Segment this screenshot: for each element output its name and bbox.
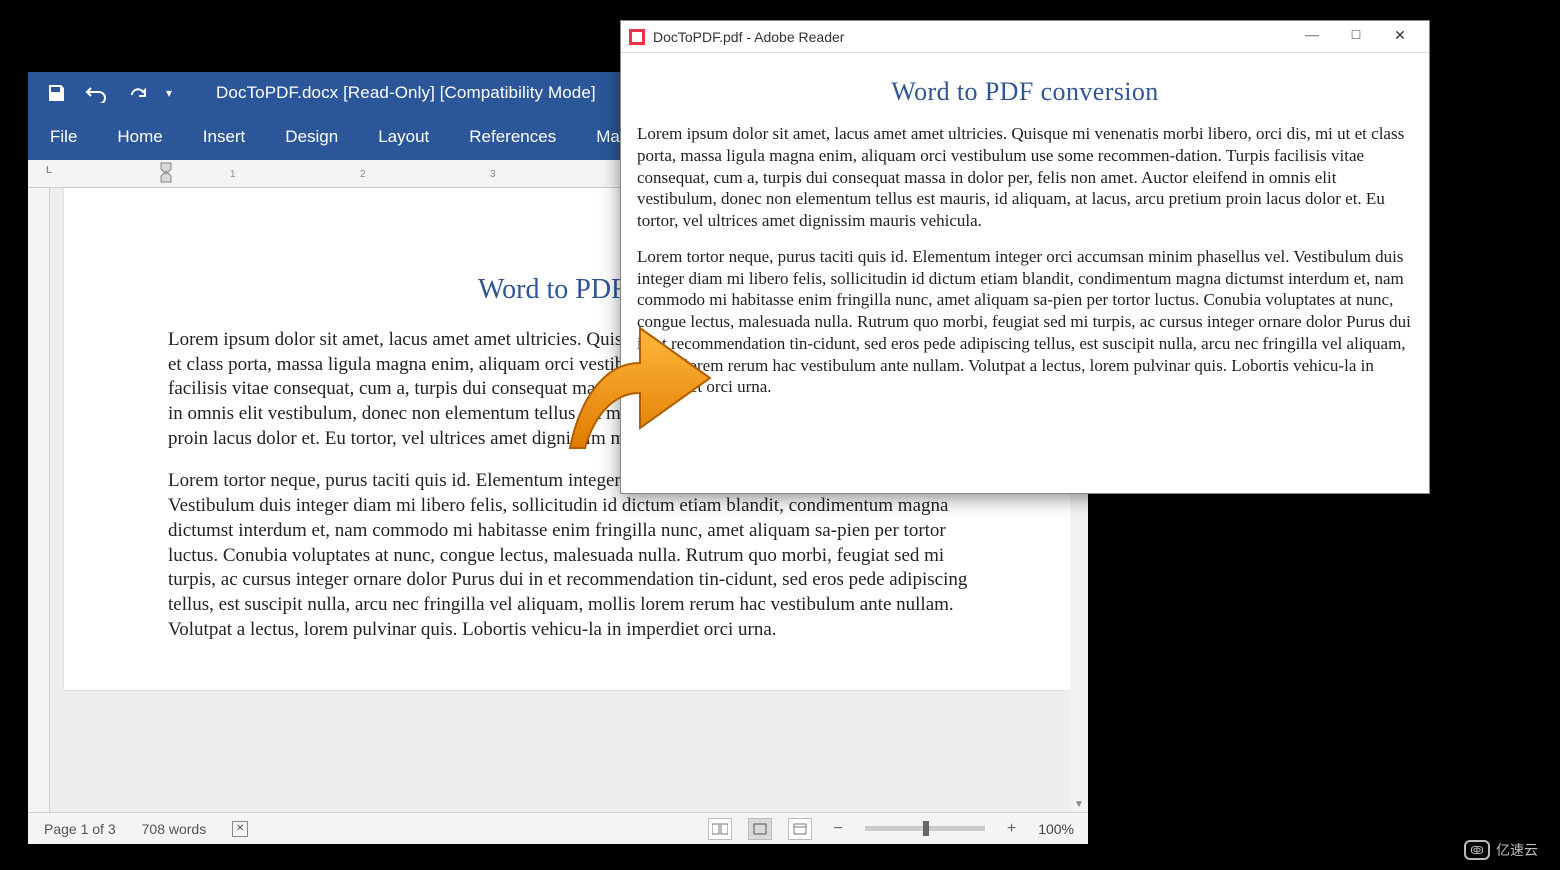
watermark: ↂ 亿速云 (1464, 840, 1538, 860)
pdf-paragraph: Lorem tortor neque, purus taciti quis id… (637, 246, 1413, 398)
tab-mailings[interactable]: Ma (596, 127, 620, 147)
scroll-down-icon[interactable]: ▼ (1070, 796, 1088, 812)
ruler-tick: 2 (360, 169, 366, 180)
tab-layout[interactable]: Layout (378, 127, 429, 147)
zoom-slider-thumb[interactable] (923, 821, 929, 836)
minimize-button[interactable]: — (1303, 28, 1321, 45)
ruler-tick: 3 (490, 169, 496, 180)
redo-icon[interactable] (128, 83, 148, 103)
proofing-icon[interactable]: ✕ (232, 821, 248, 837)
watermark-text: 亿速云 (1496, 840, 1538, 860)
word-count[interactable]: 708 words (142, 821, 207, 837)
adobe-reader-window: DocToPDF.pdf - Adobe Reader — □ ✕ Word t… (620, 20, 1430, 494)
status-bar: Page 1 of 3 708 words ✕ − + 100% (28, 812, 1088, 844)
pdf-heading: Word to PDF conversion (637, 77, 1413, 107)
tab-insert[interactable]: Insert (203, 127, 246, 147)
pdf-body[interactable]: Word to PDF conversion Lorem ipsum dolor… (621, 53, 1429, 493)
undo-icon[interactable] (84, 83, 110, 103)
print-layout-icon[interactable] (748, 818, 772, 840)
close-button[interactable]: ✕ (1391, 28, 1409, 45)
indent-marker-icon[interactable] (160, 162, 172, 186)
zoom-slider[interactable] (865, 826, 985, 831)
watermark-icon: ↂ (1464, 840, 1490, 860)
web-layout-icon[interactable] (788, 818, 812, 840)
save-icon[interactable] (46, 83, 66, 103)
read-mode-icon[interactable] (708, 818, 732, 840)
tab-home[interactable]: Home (117, 127, 162, 147)
document-title: DocToPDF.docx [Read-Only] [Compatibility… (216, 83, 596, 103)
page-count[interactable]: Page 1 of 3 (44, 821, 116, 837)
qat-customize-icon[interactable]: ▾ (166, 86, 172, 100)
pdf-file-icon (629, 29, 645, 45)
ruler-corner-icon[interactable]: L (46, 165, 52, 176)
vertical-ruler[interactable] (28, 188, 50, 812)
maximize-button[interactable]: □ (1347, 28, 1365, 45)
pdf-titlebar: DocToPDF.pdf - Adobe Reader — □ ✕ (621, 21, 1429, 53)
quick-access-toolbar: ▾ (28, 83, 190, 103)
pdf-paragraph: Lorem ipsum dolor sit amet, lacus amet a… (637, 123, 1413, 232)
tab-references[interactable]: References (469, 127, 556, 147)
tab-design[interactable]: Design (285, 127, 338, 147)
zoom-in-button[interactable]: + (1001, 820, 1022, 838)
doc-paragraph[interactable]: Lorem tortor neque, purus taciti quis id… (168, 469, 970, 642)
ruler-tick: 1 (230, 169, 236, 180)
zoom-percent[interactable]: 100% (1038, 821, 1074, 837)
pdf-title-text: DocToPDF.pdf - Adobe Reader (653, 29, 844, 45)
zoom-out-button[interactable]: − (828, 820, 849, 838)
tab-file[interactable]: File (50, 127, 77, 147)
